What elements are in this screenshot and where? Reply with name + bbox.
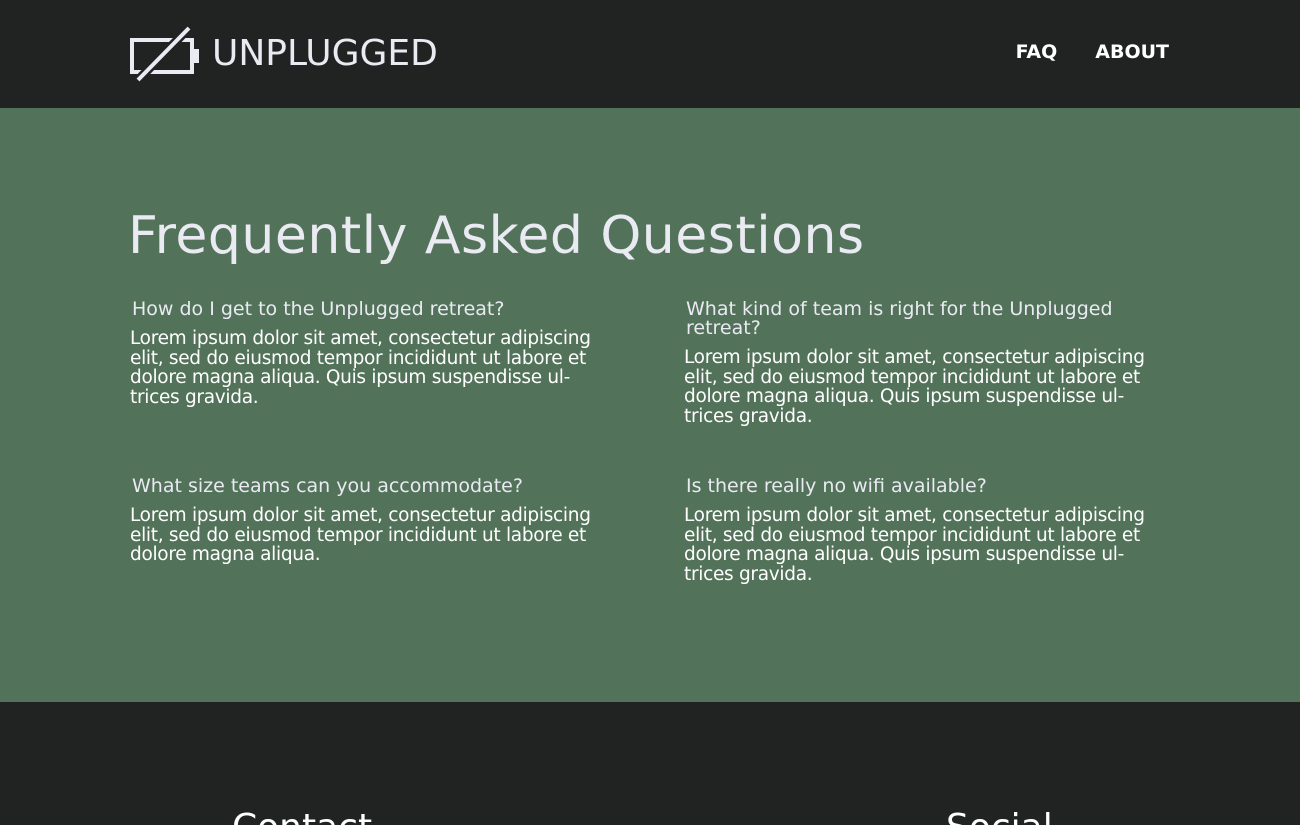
battery-off-icon [130,26,199,82]
footer-social-heading: Social [946,808,1053,825]
faq-answer: Lorem ipsum dolor sit amet, consectetur … [684,347,1145,427]
nav-link-about[interactable]: ABOUT [1095,40,1169,64]
faq-item: What kind of team is right for the Unplu… [684,300,1154,426]
faq-question: How do I get to the Unplugged retreat? [132,298,505,320]
page-title: Frequently Asked Questions [128,206,865,266]
faq-answer: Lorem ipsum dolor sit amet, consectetur … [130,505,591,565]
faq-item: Is there really no wifi available? Lorem… [684,477,1154,584]
site-footer: Contact Social [0,702,1300,825]
faq-answer: Lorem ipsum dolor sit amet, consectetur … [130,328,591,408]
faq-answer: Lorem ipsum dolor sit amet, consectetur … [684,505,1145,585]
faq-question: What size teams can you accommodate? [132,475,523,497]
faq-question: What kind of team is right for the Unplu… [686,298,1113,339]
faq-section: Frequently Asked Questions How do I get … [0,108,1300,702]
logo[interactable]: UNPLUGGED [130,26,438,82]
nav-link-faq[interactable]: FAQ [1016,40,1058,64]
main-nav: FAQ ABOUT [978,40,1169,64]
faq-item: What size teams can you accommodate? Lor… [130,477,600,565]
site-header: UNPLUGGED FAQ ABOUT [0,0,1300,108]
logo-text: UNPLUGGED [212,33,438,74]
faq-item: How do I get to the Unplugged retreat? L… [130,300,600,407]
faq-question: Is there really no wifi available? [686,475,987,497]
footer-contact-heading: Contact [232,808,372,825]
